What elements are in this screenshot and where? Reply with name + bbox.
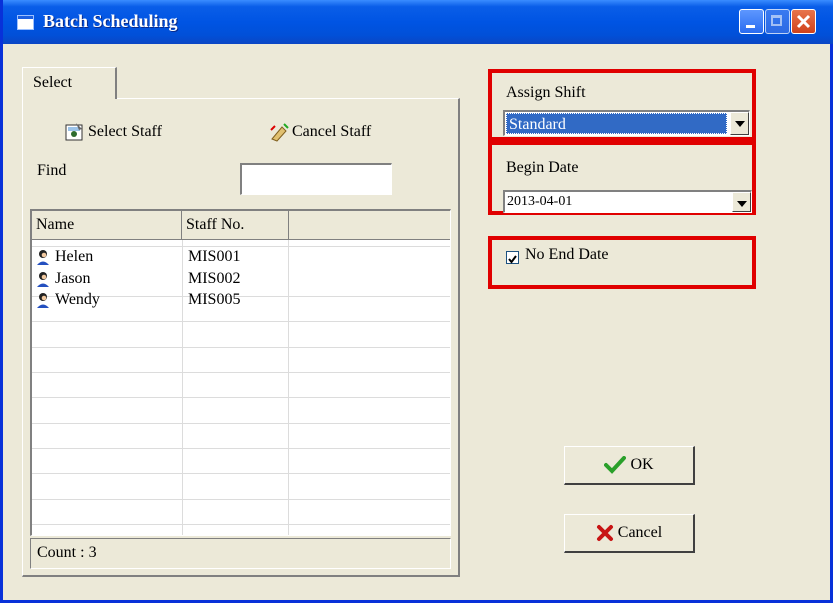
staff-name: Wendy	[55, 291, 100, 308]
close-icon	[796, 14, 811, 29]
begin-date-value: 2013-04-01	[507, 194, 573, 209]
column-header-staff-no[interactable]: Staff No.	[182, 211, 289, 240]
chevron-down-icon[interactable]	[730, 112, 749, 135]
person-icon	[37, 293, 49, 308]
table-row[interactable]: Jason MIS002	[32, 270, 450, 292]
person-icon	[37, 250, 49, 265]
eraser-icon	[270, 123, 289, 142]
window-icon	[17, 15, 34, 30]
check-icon	[604, 456, 627, 474]
begin-date-picker[interactable]: 2013-04-01	[503, 190, 752, 213]
maximize-button[interactable]	[765, 9, 790, 34]
table-row[interactable]: Helen MIS001	[32, 248, 450, 270]
batch-scheduling-dialog: Batch Scheduling Select Select Staff Can…	[0, 0, 833, 603]
count-status: Count : 3	[30, 538, 451, 569]
no-end-date-label: No End Date	[525, 246, 609, 263]
select-staff-icon	[65, 123, 83, 141]
staff-no: MIS001	[188, 248, 241, 265]
staff-name: Helen	[55, 248, 94, 265]
tab-select[interactable]: Select	[22, 67, 117, 99]
assign-shift-select[interactable]: Standard	[503, 110, 750, 136]
chevron-down-icon[interactable]	[732, 192, 751, 212]
find-input[interactable]	[240, 163, 392, 195]
staff-name: Jason	[55, 270, 91, 287]
close-button[interactable]	[791, 9, 816, 34]
assign-shift-value: Standard	[506, 113, 727, 134]
checkmark-icon	[508, 255, 517, 264]
column-header-filler	[289, 211, 450, 240]
window-title: Batch Scheduling	[43, 11, 178, 31]
cancel-button[interactable]: Cancel	[564, 514, 695, 553]
person-icon	[37, 272, 49, 287]
begin-date-label: Begin Date	[506, 159, 579, 176]
staff-no: MIS002	[188, 270, 241, 287]
find-label: Find	[37, 162, 67, 179]
staff-grid[interactable]: Name Staff No. Helen MIS001 Jason MIS002…	[30, 209, 451, 536]
cancel-staff-button[interactable]: Cancel Staff	[269, 118, 371, 146]
title-bar[interactable]: Batch Scheduling	[3, 0, 833, 44]
no-end-date-checkbox[interactable]	[506, 251, 519, 264]
table-row[interactable]: Wendy MIS005	[32, 291, 450, 313]
column-header-name[interactable]: Name	[32, 211, 182, 240]
assign-shift-label: Assign Shift	[506, 84, 586, 101]
ok-button[interactable]: OK	[564, 446, 695, 485]
minimize-button[interactable]	[739, 9, 764, 34]
select-staff-button[interactable]: Select Staff	[65, 118, 162, 146]
staff-no: MIS005	[188, 291, 241, 308]
x-icon	[596, 525, 613, 541]
